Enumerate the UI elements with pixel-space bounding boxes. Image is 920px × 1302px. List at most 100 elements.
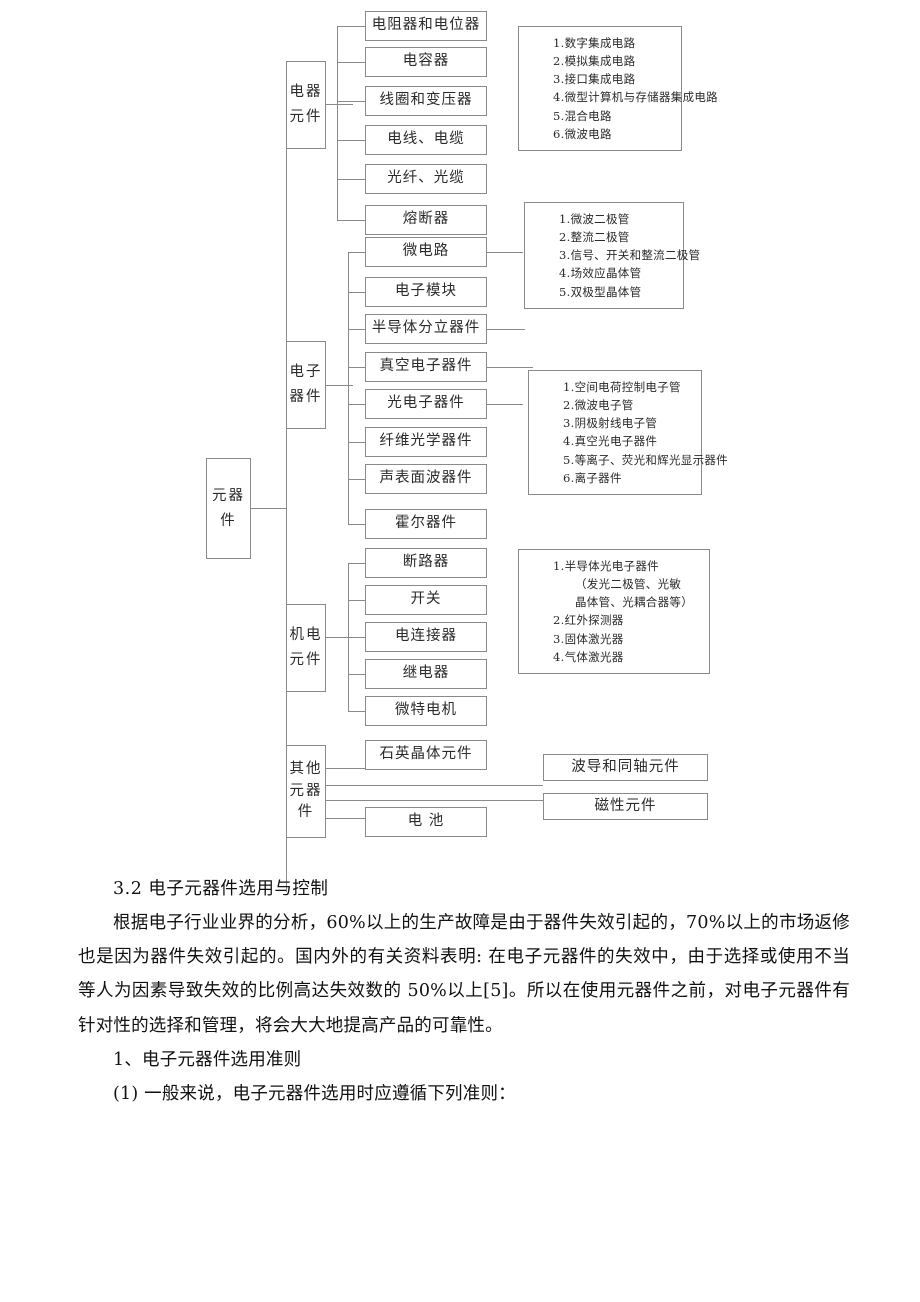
leaf-label: 石英晶体元件: [379, 746, 473, 763]
group-label-other-1: 其他: [289, 760, 323, 777]
detail-list-item: 5.混合电路: [553, 108, 612, 123]
group-label-electrical-1: 电器: [289, 84, 323, 101]
detail-list-semiconductor: 1.微波二极管 2.整流二极管 3.信号、开关和整流二极管 4.场效应晶体管 5…: [524, 202, 701, 309]
body-text-block: 3.2 电子元器件选用与控制 根据电子行业业界的分析，60%以上的生产故障是由于…: [78, 872, 850, 1111]
leaf-node-resistor: 电阻器和电位器: [365, 11, 487, 41]
leaf-node-electronic-module: 电子模块: [365, 277, 487, 307]
detail-list-item: 4.微型计算机与存储器集成电路: [553, 90, 718, 105]
detail-list-item: 6.微波电路: [553, 126, 612, 141]
leaf-connector: [337, 62, 365, 63]
group-label-other-3: 件: [297, 804, 315, 821]
leaf-node-microcircuit: 微电路: [365, 237, 487, 267]
leaf-label: 光纤、光缆: [387, 170, 465, 187]
leaf-node-saw-device: 声表面波器件: [365, 464, 487, 494]
leaf-node-waveguide-coaxial: 波导和同轴元件: [543, 754, 708, 781]
detail-connector-vacuum: [487, 367, 533, 368]
detail-list-item: 3.接口集成电路: [553, 72, 636, 87]
leaf-node-quartz-crystal: 石英晶体元件: [365, 740, 487, 770]
group-label-electrical-2: 元件: [289, 109, 323, 125]
leaf-label: 磁性元件: [594, 797, 657, 814]
leaf-node-wire-cable: 电线、电缆: [365, 125, 487, 155]
leaf-label: 波导和同轴元件: [571, 758, 680, 775]
leaf-node-switch: 开关: [365, 585, 487, 615]
document-page: 元器件 电器 元件 电阻器和电位器 电容器 线圈和变压器 电线、电缆 光纤、光缆…: [0, 0, 920, 1302]
leaf-label: 电线、电缆: [387, 131, 465, 148]
other-rail-waveguide: [326, 785, 543, 786]
detail-list-item: 6.离子器件: [563, 470, 622, 485]
leaf-label: 电连接器: [395, 628, 457, 645]
leaf-label: 半导体分立器件: [371, 320, 481, 337]
leaf-connector: [348, 674, 365, 675]
group-connector-electrical: [326, 104, 353, 105]
leaf-label: 微电路: [402, 243, 450, 260]
leaf-label: 真空电子器件: [379, 358, 473, 375]
group-node-electromechanical: 机电 元件: [286, 604, 326, 692]
group-label-electromechanical-2: 元件: [289, 652, 323, 668]
detail-list-item: 晶体管、光耦合器等）: [575, 595, 693, 610]
leaf-connector: [348, 479, 365, 480]
leaf-node-battery: 电 池: [365, 807, 487, 837]
detail-list-item: 2.整流二极管: [559, 230, 630, 245]
group-node-electronic: 电子 器件: [286, 341, 326, 429]
detail-list-item: 5.等离子、荧光和辉光显示器件: [563, 452, 728, 467]
leaf-connector: [348, 404, 365, 405]
detail-list-item: 3.固体激光器: [553, 631, 624, 646]
leaf-node-relay: 继电器: [365, 659, 487, 689]
detail-list-item: 1.微波二极管: [559, 212, 630, 226]
detail-list-microcircuit: 1.数字集成电路 2.模拟集成电路 3.接口集成电路 4.微型计算机与存储器集成…: [518, 26, 718, 151]
leaf-node-fiber-optic-device: 纤维光学器件: [365, 427, 487, 457]
detail-list-item: 1.空间电荷控制电子管: [563, 380, 681, 394]
leaf-node-hall-device: 霍尔器件: [365, 509, 487, 539]
detail-list-item: 1.数字集成电路: [553, 36, 636, 50]
detail-connector-microcircuit: [487, 252, 523, 253]
root-stem-line: [251, 508, 286, 509]
root-label: 元器件: [212, 487, 245, 529]
leaf-connector: [337, 179, 365, 180]
leaf-connector: [337, 101, 365, 102]
list-item-2: (1) 一般来说，电子元器件选用时应遵循下列准则：: [113, 1083, 516, 1104]
component-classification-diagram: 元器件 电器 元件 电阻器和电位器 电容器 线圈和变压器 电线、电缆 光纤、光缆…: [0, 0, 920, 892]
detail-list-item: 3.阴极射线电子管: [563, 416, 658, 431]
leaf-node-capacitor: 电容器: [365, 47, 487, 77]
leaf-label: 电 池: [407, 813, 445, 830]
leaf-label: 电子模块: [395, 283, 457, 300]
leaf-connector: [337, 140, 365, 141]
leaf-label: 线圈和变压器: [379, 92, 473, 109]
group-label-electronic-1: 电子: [289, 364, 323, 381]
other-rail-magnetic: [326, 800, 543, 801]
leaf-connector: [348, 329, 365, 330]
group-node-electrical: 电器 元件: [286, 61, 326, 149]
leaf-label: 电阻器和电位器: [371, 17, 481, 34]
detail-connector-optoelectronic: [487, 404, 523, 405]
group-label-electromechanical-1: 机电: [289, 627, 323, 644]
detail-list-item: 1.半导体光电子器件: [553, 559, 659, 573]
leaf-connector: [348, 637, 365, 638]
leaf-node-optoelectronic-device: 光电子器件: [365, 389, 487, 419]
leaf-label: 开关: [410, 591, 442, 608]
group-node-other: 其他 元器 件: [286, 745, 326, 838]
detail-list-item: 2.红外探测器: [553, 613, 624, 628]
leaf-connector: [337, 26, 365, 27]
group-label-other-2: 元器: [289, 782, 323, 799]
leaf-label: 熔断器: [402, 211, 450, 228]
leaf-connector: [348, 563, 365, 564]
detail-list-item: 3.信号、开关和整流二极管: [559, 248, 701, 263]
leaf-node-fuse: 熔断器: [365, 205, 487, 235]
leaf-label: 断路器: [402, 554, 450, 571]
diagram-root-node: 元器件: [206, 458, 251, 559]
list-item-1: 1、电子元器件选用准则: [113, 1049, 302, 1070]
leaf-label: 光电子器件: [387, 395, 465, 412]
leaf-label: 纤维光学器件: [379, 433, 473, 450]
section-paragraph: 根据电子行业业界的分析，60%以上的生产故障是由于器件失效引起的，70%以上的市…: [78, 913, 850, 1036]
leaf-connector: [348, 442, 365, 443]
detail-connector-semiconductor: [487, 329, 525, 330]
leaf-connector: [348, 252, 365, 253]
leaf-connector: [337, 220, 365, 221]
leaf-node-vacuum-device: 真空电子器件: [365, 352, 487, 382]
detail-list-item: 2.微波电子管: [563, 398, 634, 413]
detail-list-item: 4.场效应晶体管: [559, 266, 642, 281]
leaf-connector: [348, 600, 365, 601]
leaf-connector: [348, 524, 365, 525]
leaf-label: 霍尔器件: [395, 515, 457, 532]
leaf-node-circuit-breaker: 断路器: [365, 548, 487, 578]
